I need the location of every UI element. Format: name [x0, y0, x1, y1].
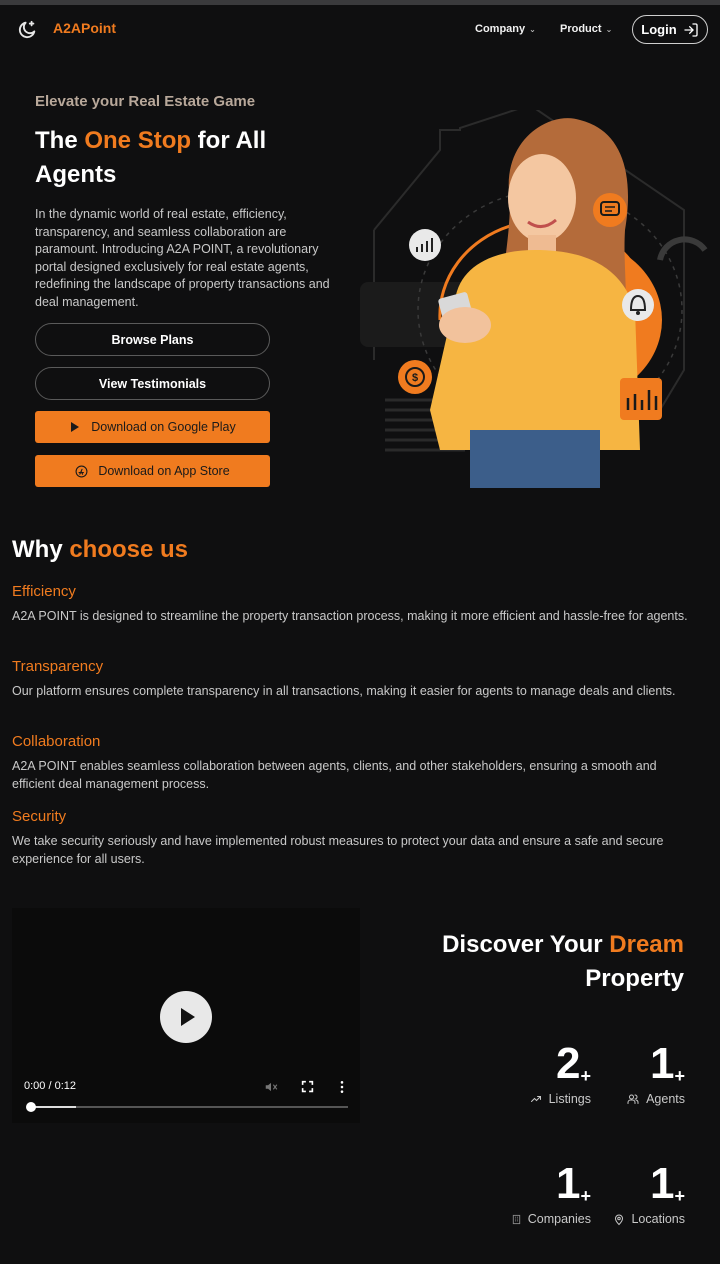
login-icon	[684, 22, 698, 37]
chevron-down-icon: ⌄	[605, 25, 613, 34]
nav-product-label: Product	[560, 23, 602, 35]
hero-illustration: $	[360, 110, 708, 488]
video-progress-bar[interactable]	[26, 1102, 348, 1112]
gauge-icon	[657, 236, 708, 261]
person	[430, 118, 640, 488]
feature-text: We take security seriously and have impl…	[12, 834, 664, 866]
moon-icon[interactable]	[16, 19, 38, 41]
feature-text: A2A POINT is designed to streamline the …	[12, 609, 688, 623]
play-icon	[181, 1008, 195, 1026]
site-header: A2APoint Company ⌄ Product ⌄ Login	[0, 5, 720, 53]
stat-suffix: +	[674, 1066, 685, 1086]
login-label: Login	[641, 22, 677, 37]
trending-up-icon	[530, 1096, 541, 1102]
fullscreen-icon[interactable]	[301, 1080, 314, 1093]
building-icon	[512, 1214, 520, 1224]
feature-security: Security We take security seriously and …	[12, 808, 702, 868]
play-button[interactable]	[160, 991, 212, 1043]
stat-listings: 2+ Listings	[529, 1040, 591, 1106]
stat-suffix: +	[580, 1066, 591, 1086]
brand-logo[interactable]: A2APoint	[53, 20, 116, 36]
app-store-icon	[75, 465, 88, 477]
why-title-accent: choose us	[69, 536, 189, 563]
more-options-icon[interactable]	[336, 1080, 348, 1094]
volume-icon[interactable]	[264, 1080, 278, 1094]
bell-bubble	[622, 289, 654, 321]
stat-label: Listings	[548, 1092, 591, 1106]
dollar-bubble: $	[398, 360, 432, 394]
video-player[interactable]: 0:00 / 0:12	[12, 908, 360, 1123]
bar-chart-tile	[620, 378, 662, 420]
stat-companies: 1+ Companies	[511, 1160, 591, 1226]
feature-efficiency: Efficiency A2A POINT is designed to stre…	[12, 583, 702, 626]
nav-company-label: Company	[475, 23, 526, 35]
hero-title-pre: The	[35, 127, 85, 154]
stat-locations: 1+ Locations	[613, 1160, 685, 1226]
jeans	[470, 430, 600, 488]
google-play-button[interactable]: Download on Google Play	[35, 411, 270, 443]
stat-suffix: +	[674, 1186, 685, 1206]
stat-label: Agents	[646, 1092, 685, 1106]
feature-title: Transparency	[12, 658, 104, 675]
hero-eyebrow: Elevate your Real Estate Game	[35, 93, 256, 110]
shirt	[430, 250, 640, 450]
chart-bubble	[409, 229, 441, 261]
app-store-button[interactable]: Download on App Store	[35, 455, 270, 487]
view-testimonials-label: View Testimonials	[98, 376, 207, 391]
video-scrubber[interactable]	[26, 1102, 36, 1112]
feature-title: Collaboration	[12, 733, 101, 750]
hero-title: The One Stop for All Agents	[35, 124, 335, 192]
feature-title: Efficiency	[12, 583, 76, 600]
face	[508, 154, 576, 242]
nav-product[interactable]: Product ⌄	[560, 23, 612, 35]
video-time: 0:00 / 0:12	[24, 1080, 76, 1092]
discover-title-post: Property	[585, 965, 684, 992]
google-play-label: Download on Google Play	[91, 420, 236, 434]
stat-agents: 1+ Agents	[626, 1040, 685, 1106]
svg-text:$: $	[412, 372, 418, 384]
stat-label: Companies	[527, 1212, 591, 1226]
nav-company[interactable]: Company ⌄	[475, 23, 536, 35]
discover-title-pre: Discover Your	[442, 931, 610, 958]
stat-value: 1	[650, 1039, 675, 1088]
feature-collaboration: Collaboration A2A POINT enables seamless…	[12, 733, 702, 793]
browse-plans-button[interactable]: Browse Plans	[35, 323, 270, 356]
feature-transparency: Transparency Our platform ensures comple…	[12, 658, 702, 701]
chevron-down-icon: ⌄	[529, 25, 536, 34]
app-store-label: Download on App Store	[98, 464, 230, 478]
stat-value: 1	[556, 1159, 581, 1208]
view-testimonials-button[interactable]: View Testimonials	[35, 367, 270, 400]
chat-bubble	[593, 193, 627, 227]
stat-value: 2	[556, 1039, 581, 1088]
feature-text: Our platform ensures complete transparen…	[12, 684, 676, 698]
login-button[interactable]: Login	[632, 15, 708, 44]
discover-title: Discover Your Dream Property	[384, 928, 684, 996]
stat-suffix: +	[580, 1186, 591, 1206]
map-pin-icon	[615, 1214, 624, 1225]
browse-plans-label: Browse Plans	[111, 332, 194, 347]
hero-title-accent: One Stop	[84, 127, 192, 154]
hero-description: In the dynamic world of real estate, eff…	[35, 207, 330, 309]
users-icon	[627, 1094, 639, 1104]
discover-title-accent: Dream	[609, 931, 684, 958]
why-title-pre: Why	[12, 536, 70, 563]
stat-value: 1	[650, 1159, 675, 1208]
hands	[439, 307, 491, 343]
google-play-icon	[71, 422, 80, 432]
feature-text: A2A POINT enables seamless collaboration…	[12, 759, 657, 791]
stat-label: Locations	[631, 1212, 685, 1226]
why-title: Why choose us	[12, 536, 188, 564]
feature-title: Security	[12, 808, 67, 825]
